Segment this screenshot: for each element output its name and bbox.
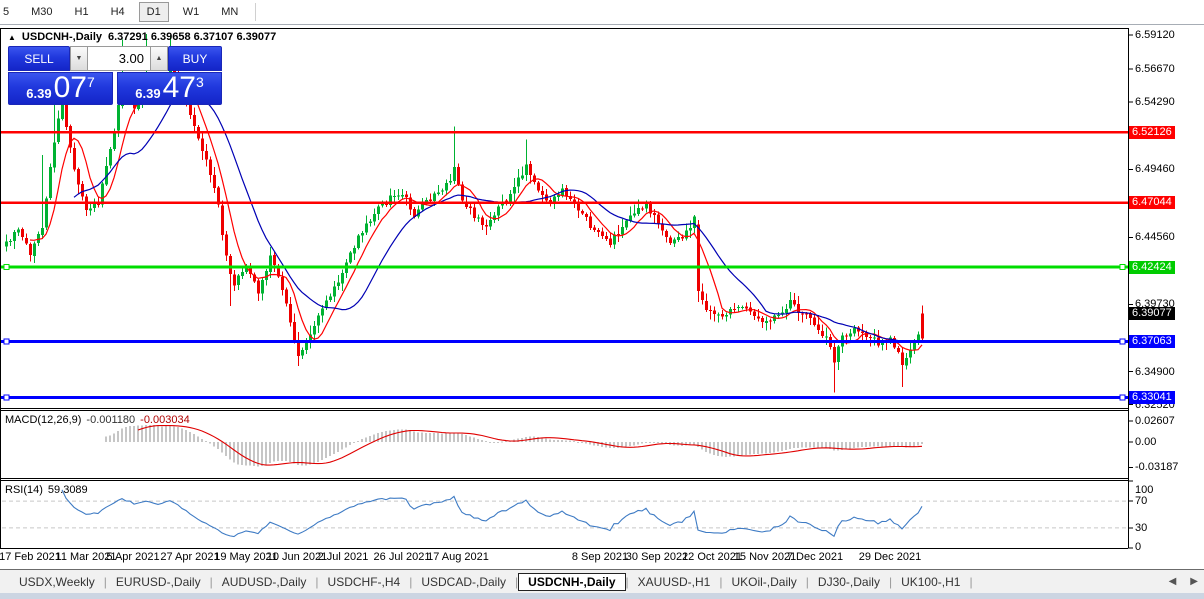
status-strip bbox=[0, 593, 1204, 599]
sell-price-prefix: 6.39 bbox=[26, 86, 52, 101]
rsi-axis-tick: 70 bbox=[1135, 495, 1148, 508]
timeframe-button-5[interactable]: 5 bbox=[2, 2, 17, 22]
symbol-tab-bar: USDX,Weekly | EURUSD-,Daily | AUDUSD-,Daily |… bbox=[0, 569, 1204, 593]
timeframe-button-mn[interactable]: MN bbox=[213, 2, 246, 22]
timeframe-button-m30[interactable]: M30 bbox=[23, 2, 60, 22]
sell-price-pip: 7 bbox=[86, 74, 95, 90]
macd-axis-tick: 0.02607 bbox=[1135, 415, 1175, 428]
price-axis-tick: 6.34900 bbox=[1135, 365, 1175, 378]
tab-scroll-right-icon[interactable]: ▶ bbox=[1190, 576, 1198, 587]
chart-tab-audusd-daily[interactable]: AUDUSD-,Daily bbox=[213, 573, 316, 591]
rsi-axis-tick: 0 bbox=[1135, 541, 1142, 553]
current-price-badge: 6.39077 bbox=[1129, 306, 1175, 320]
price-level-badge: 6.33041 bbox=[1129, 390, 1175, 404]
date-axis-label: 2 Jul 2021 bbox=[317, 551, 369, 563]
price-level-badge: 6.37063 bbox=[1129, 334, 1175, 348]
date-axis-label: 29 Dec 2021 bbox=[858, 551, 922, 563]
date-axis-label: 17 Aug 2021 bbox=[427, 551, 489, 563]
buy-price-display[interactable]: 6.39 47 3 bbox=[117, 72, 222, 105]
tab-separator: | bbox=[969, 574, 973, 589]
date-axis-label: 17 Feb 2021 bbox=[0, 551, 61, 563]
chart-header: ▲ USDCNH-,Daily 6.37291 6.39658 6.37107 … bbox=[8, 31, 276, 43]
volume-input[interactable] bbox=[88, 46, 150, 71]
chart-tab-uk100-h1[interactable]: UK100-,H1 bbox=[892, 573, 969, 591]
date-axis-label: 5 Apr 2021 bbox=[106, 551, 160, 563]
chart-tab-dj30-daily[interactable]: DJ30-,Daily bbox=[809, 573, 889, 591]
buy-price-big: 47 bbox=[162, 71, 196, 104]
price-axis-tick: 6.54290 bbox=[1135, 96, 1175, 109]
price-level-badge: 6.47044 bbox=[1129, 196, 1175, 210]
price-axis-tick: 6.44560 bbox=[1135, 231, 1175, 244]
macd-label: MACD(12,26,9) -0.001180 -0.003034 bbox=[5, 414, 190, 426]
tab-scrollbar: ◀ ▶ bbox=[1169, 576, 1198, 587]
price-axis-tick: 6.49460 bbox=[1135, 163, 1175, 176]
volume-decrease-button[interactable]: ▼ bbox=[70, 46, 88, 71]
timeframe-button-d1[interactable]: D1 bbox=[138, 2, 169, 22]
tab-scroll-left-icon[interactable]: ◀ bbox=[1169, 576, 1177, 587]
chart-tab-usdcad-daily[interactable]: USDCAD-,Daily bbox=[412, 573, 515, 591]
sell-price-big: 07 bbox=[53, 71, 87, 104]
chart-tab-usdchf-h4[interactable]: USDCHF-,H4 bbox=[319, 573, 410, 591]
timeframe-toolbar: 5 M30 H1 H4 D1 W1 MN bbox=[0, 0, 1204, 25]
timeframe-button-w1[interactable]: W1 bbox=[175, 2, 208, 22]
buy-price-pip: 3 bbox=[195, 74, 204, 90]
date-axis-label: 30 Sep 2021 bbox=[625, 551, 689, 563]
macd-axis-tick: -0.03187 bbox=[1135, 461, 1179, 474]
buy-button[interactable]: BUY bbox=[168, 46, 222, 71]
date-axis-label: 8 Sep 2021 bbox=[571, 551, 629, 563]
chart-tab-ukoil-daily[interactable]: UKOil-,Daily bbox=[722, 573, 805, 591]
macd-axis-tick: 0.00 bbox=[1135, 436, 1157, 448]
toolbar-separator bbox=[255, 3, 257, 21]
price-axis-tick: 6.56670 bbox=[1135, 63, 1175, 76]
date-axis-label: 26 Jul 2021 bbox=[373, 551, 431, 563]
chart-ohlc-values: 6.37291 6.39658 6.37107 6.39077 bbox=[108, 31, 277, 43]
volume-increase-button[interactable]: ▲ bbox=[150, 46, 168, 71]
buy-price-prefix: 6.39 bbox=[135, 86, 161, 101]
chart-tab-usdcnh-daily[interactable]: USDCNH-,Daily bbox=[518, 572, 626, 591]
price-axis[interactable]: 6.591206.566706.542906.518406.494606.445… bbox=[1129, 0, 1204, 599]
rsi-label: RSI(14) 59.3089 bbox=[5, 484, 88, 496]
sell-price-display[interactable]: 6.39 07 7 bbox=[8, 72, 113, 105]
chart-tab-xauusd-h1[interactable]: XAUUSD-,H1 bbox=[629, 573, 720, 591]
chart-tab-eurusd-daily[interactable]: EURUSD-,Daily bbox=[107, 573, 210, 591]
rsi-axis-tick: 30 bbox=[1135, 521, 1148, 534]
rsi-value: 59.3089 bbox=[47, 484, 88, 496]
date-axis[interactable]: 17 Feb 2021 11 Mar 2021 5 Apr 2021 27 Apr 2… bbox=[0, 550, 1128, 566]
price-level-badge: 6.42424 bbox=[1129, 260, 1175, 274]
price-axis-tick: 6.59120 bbox=[1135, 29, 1175, 42]
timeframe-button-h1[interactable]: H1 bbox=[67, 2, 97, 22]
one-click-trade-panel: SELL ▼ ▲ BUY 6.39 07 7 6.39 47 3 bbox=[8, 46, 222, 105]
chart-symbol-title: USDCNH-,Daily bbox=[21, 31, 102, 43]
timeframe-button-h4[interactable]: H4 bbox=[103, 2, 133, 22]
price-level-badge: 6.52126 bbox=[1129, 125, 1175, 139]
collapse-panel-arrow[interactable]: ▲ bbox=[8, 33, 16, 42]
date-axis-label: 27 Apr 2021 bbox=[160, 551, 220, 563]
date-axis-label: 7 Dec 2021 bbox=[786, 551, 844, 563]
chart-tab-usdx-weekly[interactable]: USDX,Weekly bbox=[10, 573, 104, 591]
macd-main-value: -0.001180 bbox=[86, 414, 136, 426]
sell-button[interactable]: SELL bbox=[8, 46, 70, 71]
macd-signal-value: -0.003034 bbox=[140, 414, 190, 426]
